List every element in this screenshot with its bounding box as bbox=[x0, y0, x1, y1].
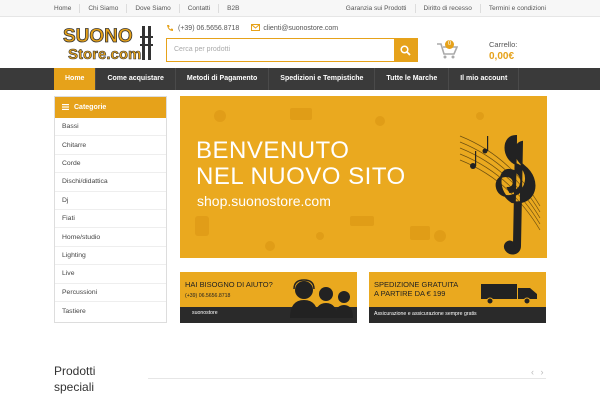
top-link-termini[interactable]: Termini e condizioni bbox=[481, 4, 546, 13]
carousel-arrows: ‹ › bbox=[531, 367, 544, 377]
sidebar-item-lighting[interactable]: Lighting bbox=[55, 247, 166, 266]
sidebar-header: Categorie bbox=[55, 97, 166, 118]
sidebar-item-live[interactable]: Live bbox=[55, 265, 166, 284]
sidebar-item-tastiere[interactable]: Tastiere bbox=[55, 302, 166, 320]
nav-item-marche[interactable]: Tutte le Marche bbox=[375, 68, 450, 90]
banner-title-line1: BENVENUTO bbox=[196, 137, 350, 164]
search-input[interactable]: Cerca per prodotti bbox=[174, 46, 230, 53]
list-icon bbox=[62, 103, 69, 112]
special-products-heading: Prodotti speciali bbox=[54, 363, 95, 395]
top-link-b2b[interactable]: B2B bbox=[219, 4, 247, 13]
contact-info: (+39) 06.5656.8718 clienti@suonostore.co… bbox=[166, 24, 338, 32]
promo-support-skype: suonostore bbox=[192, 310, 218, 316]
search-button[interactable] bbox=[394, 39, 417, 61]
top-link-recesso[interactable]: Diritto di recesso bbox=[416, 4, 481, 13]
category-sidebar: Categorie Bassi Chitarre Corde Dischi/di… bbox=[54, 96, 167, 323]
search-box[interactable]: Cerca per prodotti bbox=[166, 38, 418, 62]
svg-text:Store.com: Store.com bbox=[68, 46, 141, 63]
banner-url: shop.suonostore.com bbox=[197, 193, 331, 209]
cart-label: Carrello: bbox=[489, 40, 518, 49]
sidebar-item-percussioni[interactable]: Percussioni bbox=[55, 284, 166, 302]
top-bar: Home Chi Siamo Dove Siamo Contatti B2B G… bbox=[0, 0, 600, 17]
nav-item-home[interactable]: Home bbox=[54, 68, 97, 90]
treble-clef-icon bbox=[495, 134, 536, 255]
svg-text:SUONO: SUONO bbox=[63, 26, 133, 47]
sidebar-item-chitarre[interactable]: Chitarre bbox=[55, 136, 166, 155]
chevron-right-icon[interactable]: › bbox=[541, 367, 544, 377]
cart-amount: 0,00€ bbox=[489, 51, 515, 62]
sidebar-item-home-studio[interactable]: Home/studio bbox=[55, 228, 166, 247]
promo-support[interactable]: HAI BISOGNO DI AIUTO? (+39) 06.5656.8718… bbox=[180, 272, 357, 323]
main-nav: Home Come acquistare Metodi di Pagamento… bbox=[0, 68, 600, 90]
nav-item-spedizioni[interactable]: Spedizioni e Tempistiche bbox=[269, 68, 376, 90]
support-team-icon bbox=[290, 279, 353, 318]
promo-support-phone: (+39) 06.5656.8718 bbox=[185, 293, 231, 299]
special-products-line2: speciali bbox=[54, 380, 95, 394]
promo-support-title: HAI BISOGNO DI AIUTO? bbox=[185, 280, 273, 289]
contact-phone[interactable]: (+39) 06.5656.8718 bbox=[178, 25, 239, 32]
promo-shipping-subtitle: A PARTIRE DA € 199 bbox=[374, 289, 446, 298]
sidebar-item-corde[interactable]: Corde bbox=[55, 155, 166, 174]
hero-banner[interactable]: BENVENUTO NEL NUOVO SITO shop.suonostore… bbox=[180, 96, 547, 258]
nav-item-account[interactable]: Il mio account bbox=[449, 68, 520, 90]
sidebar-item-dj[interactable]: Dj bbox=[55, 192, 166, 210]
top-link-chi-siamo[interactable]: Chi Siamo bbox=[80, 4, 128, 13]
chevron-left-icon[interactable]: ‹ bbox=[531, 367, 534, 377]
section-divider bbox=[148, 378, 546, 379]
search-icon bbox=[400, 44, 411, 56]
top-link-home[interactable]: Home bbox=[54, 4, 81, 13]
promo-shipping[interactable]: SPEDIZIONE GRATUITA A PARTIRE DA € 199 A… bbox=[369, 272, 546, 323]
nav-item-metodi-pagamento[interactable]: Metodi di Pagamento bbox=[176, 68, 270, 90]
top-links-left: Home Chi Siamo Dove Siamo Contatti B2B bbox=[54, 0, 247, 17]
promo-shipping-title: SPEDIZIONE GRATUITA bbox=[374, 280, 459, 289]
special-products-line1: Prodotti bbox=[54, 364, 96, 378]
cart-count-badge: 0 bbox=[445, 40, 454, 49]
nav-item-come-acquistare[interactable]: Come acquistare bbox=[96, 68, 176, 90]
cart-widget[interactable]: 0 Carrello: 0,00€ bbox=[436, 38, 546, 64]
banner-title-line2: NEL NUOVO SITO bbox=[196, 163, 406, 190]
top-link-garanzia[interactable]: Garanzia sui Prodotti bbox=[338, 4, 416, 13]
sidebar-title: Categorie bbox=[74, 104, 107, 111]
top-link-dove-siamo[interactable]: Dove Siamo bbox=[127, 4, 180, 13]
top-link-contatti[interactable]: Contatti bbox=[180, 4, 220, 13]
site-logo[interactable]: SUONO Store.com bbox=[62, 22, 158, 64]
top-links-right: Garanzia sui Prodotti Diritto di recesso… bbox=[338, 0, 546, 17]
phone-icon bbox=[166, 24, 174, 32]
sidebar-item-bassi[interactable]: Bassi bbox=[55, 118, 166, 137]
contact-email[interactable]: clienti@suonostore.com bbox=[263, 25, 338, 32]
truck-icon bbox=[481, 284, 537, 304]
sidebar-item-fiati[interactable]: Fiati bbox=[55, 210, 166, 229]
promo-shipping-note: Assicurazione e assicurazione sempre gra… bbox=[374, 311, 477, 317]
sidebar-item-dischi[interactable]: Dischi/didattica bbox=[55, 173, 166, 192]
mail-icon bbox=[251, 24, 261, 32]
